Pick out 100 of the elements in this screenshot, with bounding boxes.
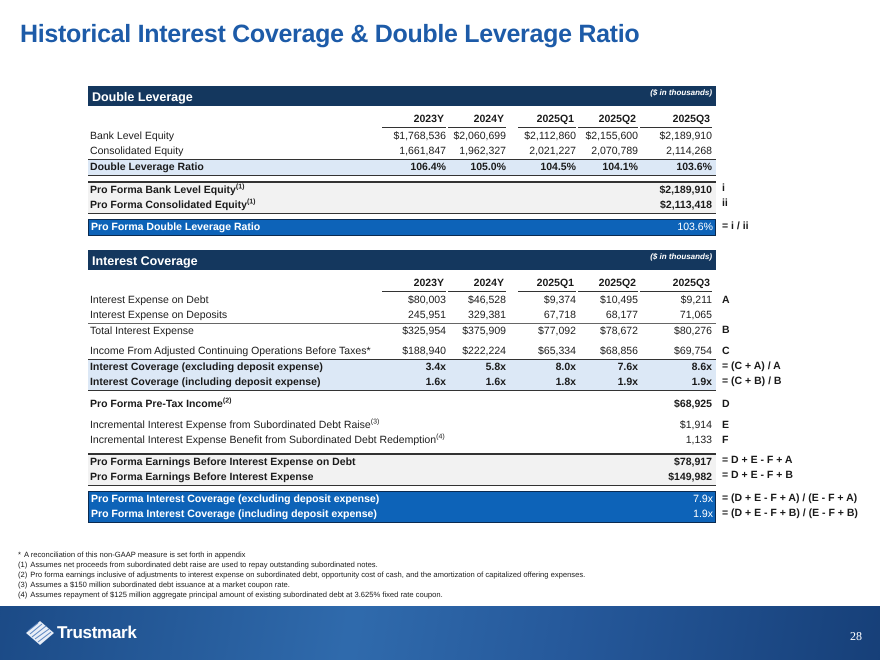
table-cell-text: 7.6x xyxy=(616,360,638,375)
table-cell-text: 1,661,847 xyxy=(398,144,446,159)
formula-label: B xyxy=(722,324,730,336)
table-cell-text: $10,495 xyxy=(599,293,638,308)
table-cell-text: 5.8x xyxy=(484,360,506,375)
column-header: 2024Y xyxy=(448,276,506,292)
table-cell-text: $46,528 xyxy=(467,293,506,308)
table-cell-text: 67,718 xyxy=(542,308,576,323)
table-cell-text: 329,381 xyxy=(467,308,506,323)
table-cell-text: $9,374 xyxy=(542,293,576,308)
row-label: Double Leverage Ratio xyxy=(89,160,205,175)
table-cell-text: 1.8x xyxy=(554,375,576,390)
table-cell-text: 8.0x xyxy=(554,360,576,375)
table-cell-text: 104.5% xyxy=(539,160,576,175)
row-label: Pro Forma Pre-Tax Income$^{(2)}$ xyxy=(89,397,232,412)
logo-text: Trustmark xyxy=(57,623,137,643)
table-cell-text: $2,189,910 xyxy=(658,183,712,198)
table-cell-text: 7.9x xyxy=(692,492,713,507)
row-label: Interest Expense on Deposits xyxy=(89,308,228,323)
table-cell-text: $2,189,910 xyxy=(658,129,712,144)
table-cell-text: $68,856 xyxy=(599,344,638,359)
table-cell-text: $77,092 xyxy=(537,324,576,339)
table-cell-text: $1,914 xyxy=(678,418,712,433)
slide-title: Historical Interest Coverage & Double Leverage Ratio xyxy=(20,20,640,49)
row-label: Incremental Interest Expense Benefit from Subordinated Debt Redemption$^{(4)}$ xyxy=(89,433,446,448)
formula-label: = (C + B) / B xyxy=(722,375,782,387)
table-cell-text: $78,672 xyxy=(599,324,638,339)
table-cell-text: 104.1% xyxy=(601,160,638,175)
table-cell-text: $149,982 xyxy=(667,470,712,485)
table-cell-text: 2,114,268 xyxy=(665,144,712,159)
unit-note: ($ in thousands) xyxy=(650,88,712,97)
column-header: 2025Q3 xyxy=(640,276,712,292)
row-label: Pro Forma Consolidated Equity$^{(1)}$ xyxy=(89,198,256,213)
section-title: Double Leverage xyxy=(92,90,193,104)
row-label: Pro Forma Double Leverage Ratio xyxy=(90,220,262,235)
table-cell-text: $1,768,536 xyxy=(392,129,446,144)
column-header: 2025Q3 xyxy=(640,112,712,128)
formula-label: = D + E - F + B xyxy=(722,469,793,481)
row-label: Interest Expense on Debt xyxy=(89,293,210,308)
table-cell-text: $222,224 xyxy=(461,344,506,359)
table-cell-text: $2,112,860 xyxy=(523,129,576,144)
table-cell-text: $78,917 xyxy=(673,455,712,470)
formula-label: = (D + E - F + A) / (E - F + A) xyxy=(722,492,858,504)
table-cell-text: $68,925 xyxy=(673,397,712,412)
table-cell-text: 1.9x xyxy=(616,375,638,390)
formula-label: C xyxy=(722,345,730,357)
table-cell-text: 8.6x xyxy=(690,360,712,375)
unit-note: ($ in thousands) xyxy=(650,252,712,261)
row-label: Pro Forma Bank Level Equity$^{(1)}$ xyxy=(89,183,246,198)
table-cell-text: 245,951 xyxy=(407,308,446,323)
table-cell-text: $2,155,600 xyxy=(584,129,638,144)
table-cell-text: $188,940 xyxy=(401,344,446,359)
table-cell-text: 71,065 xyxy=(678,308,712,323)
row-label: Income From Adjusted Continuing Operations Before Taxes* xyxy=(89,344,372,359)
formula-label: A xyxy=(722,294,730,306)
table-cell-text: $69,754 xyxy=(673,344,712,359)
formula-label: E xyxy=(722,419,730,431)
row-label: Incremental Interest Expense from Subordinated Debt Raise$^{(3)}$ xyxy=(89,418,380,433)
column-header: 2025Q2 xyxy=(578,112,638,128)
table-cell-text: 1.9x xyxy=(692,507,713,522)
table-cell-text: $9,211 xyxy=(680,293,712,308)
table-cell-text: 1,962,327 xyxy=(458,144,506,159)
table-cell-text: 103.6% xyxy=(676,220,713,235)
table-cell-text: 106.4% xyxy=(409,160,446,175)
table-cell-text: $375,909 xyxy=(461,324,506,339)
table-cell-text: 1,133 xyxy=(684,433,712,448)
formula-label: i xyxy=(722,182,725,194)
section-title: Interest Coverage xyxy=(92,254,198,268)
table-cell-text: $2,060,699 xyxy=(452,129,506,144)
table-cell-text: $80,276 xyxy=(673,324,712,339)
formula-label: F xyxy=(722,434,728,446)
table-cell-text: $80,003 xyxy=(407,293,446,308)
row-label: Bank Level Equity xyxy=(89,129,176,144)
row-label: Pro Forma Earnings Before Interest Expense xyxy=(89,470,314,485)
formula-label: D xyxy=(722,398,730,410)
column-header: 2024Y xyxy=(448,112,506,128)
column-header: 2025Q2 xyxy=(578,276,638,292)
row-label: Interest Coverage (including deposit expense) xyxy=(89,375,322,390)
row-label: Consolidated Equity xyxy=(89,144,184,159)
formula-label: = (D + E - F + B) / (E - F + B) xyxy=(722,507,858,519)
column-header: 2023Y xyxy=(382,112,446,128)
formula-label: = i / ii xyxy=(722,220,749,232)
table-cell-text: $65,334 xyxy=(537,344,576,359)
table-cell-text: 2,021,227 xyxy=(528,144,576,159)
logo-icon xyxy=(25,620,55,646)
formula-label: ii xyxy=(722,197,728,209)
row-label: Pro Forma Interest Coverage (including deposit expense) xyxy=(90,507,378,522)
table-cell-text: 2,070,789 xyxy=(590,144,638,159)
table-cell-text: 103.6% xyxy=(675,160,712,175)
table-cell-text: 68,177 xyxy=(604,308,638,323)
row-label: Total Interest Expense xyxy=(89,324,195,339)
row-label: Pro Forma Earnings Before Interest Expense on Debt xyxy=(89,455,356,470)
table-cell-text: 1.6x xyxy=(484,375,506,390)
column-header: 2025Q1 xyxy=(518,112,576,128)
table-cell-text: 1.9x xyxy=(690,375,712,390)
table-cell-text: 1.6x xyxy=(424,375,446,390)
row-label: Pro Forma Interest Coverage (excluding deposit expense) xyxy=(90,492,380,507)
column-header: 2023Y xyxy=(382,276,446,292)
table-cell-text: 3.4x xyxy=(424,360,446,375)
table-cell-text: $325,954 xyxy=(401,324,446,339)
